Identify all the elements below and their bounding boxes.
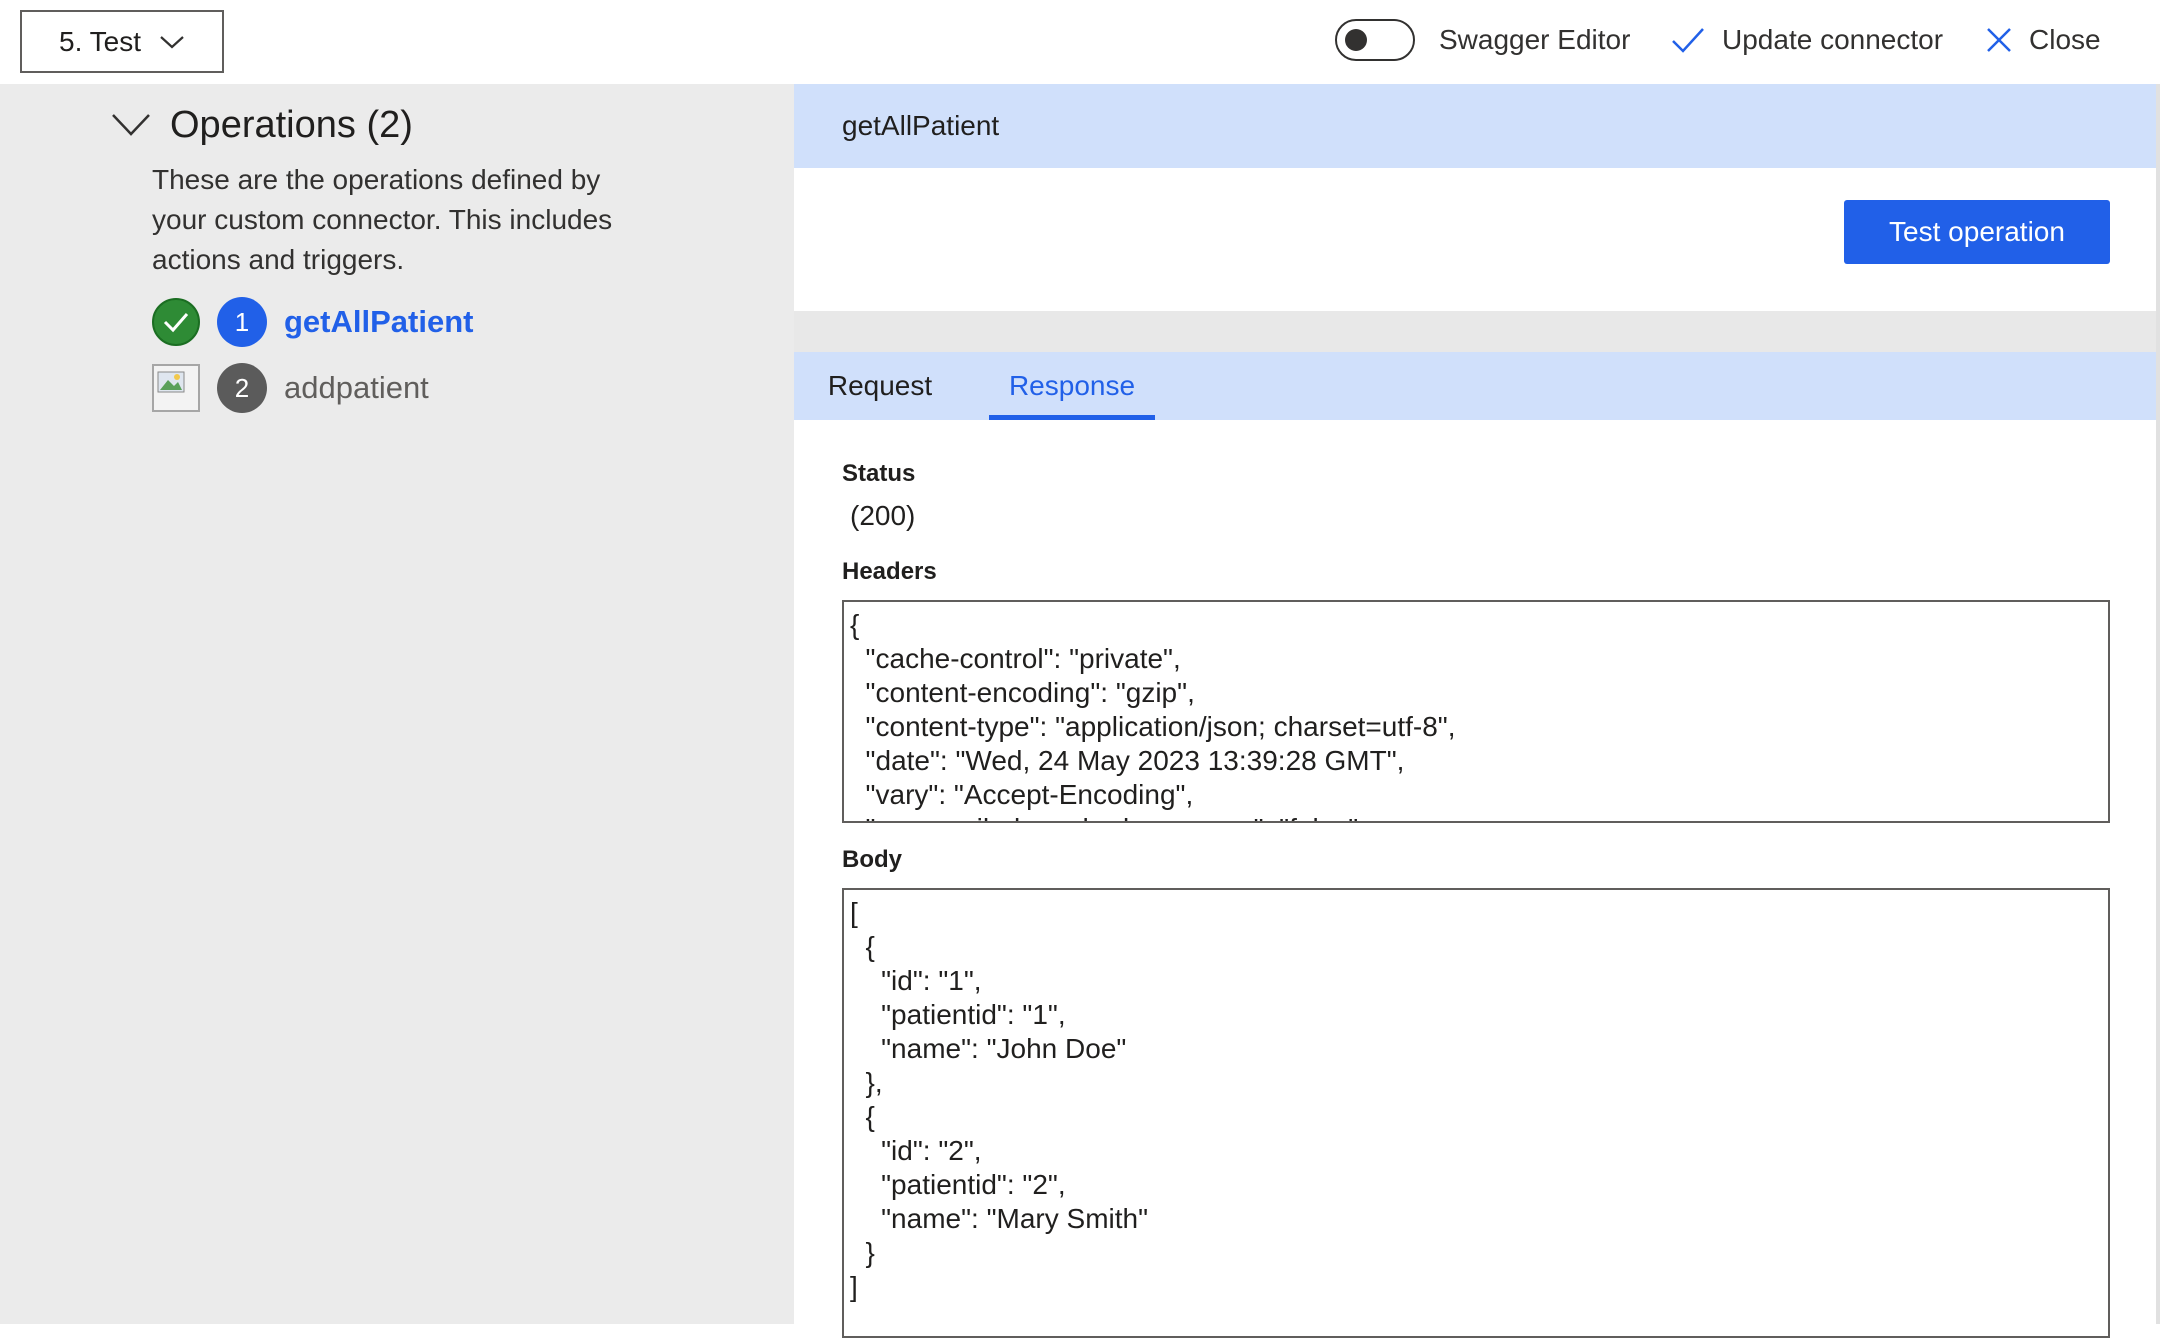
- operation-number-badge: 1: [217, 297, 267, 347]
- update-connector-label: Update connector: [1722, 24, 1944, 55]
- chevron-down-icon: [112, 114, 150, 136]
- operations-description: These are the operations defined by your…: [152, 164, 613, 275]
- operation-number-badge: 2: [217, 363, 267, 413]
- chevron-down-icon: [160, 35, 184, 48]
- checkmark-icon: [1672, 28, 1704, 53]
- status-value: (200): [850, 500, 916, 531]
- body-textbox[interactable]: [ { "id": "1", "patientid": "1", "name":…: [842, 888, 2110, 1338]
- operation-name: getAllPatient: [284, 304, 474, 339]
- update-connector-button[interactable]: Update connector: [1670, 16, 1943, 64]
- check-circle-icon: [152, 298, 200, 346]
- close-icon: [1987, 28, 2011, 52]
- pane-scroll-edge: [2156, 84, 2160, 1324]
- section-divider: [794, 311, 2160, 352]
- operation-name: addpatient: [284, 370, 429, 405]
- swagger-editor-label: Swagger Editor: [1439, 24, 1631, 55]
- operations-section-toggle[interactable]: Operations (2): [110, 100, 413, 150]
- step-dropdown[interactable]: 5. Test: [20, 10, 224, 73]
- request-response-tabs: Request Response: [794, 352, 2160, 420]
- swagger-editor-toggle[interactable]: [1335, 19, 1415, 61]
- tab-request[interactable]: Request: [818, 352, 942, 420]
- broken-image-icon: [152, 364, 200, 412]
- close-label: Close: [2029, 24, 2101, 55]
- headers-label: Headers: [842, 558, 937, 585]
- operation-header-band: getAllPatient: [794, 84, 2160, 168]
- status-label: Status: [842, 460, 916, 487]
- swagger-editor-toggle-group: Swagger Editor: [1335, 16, 1630, 64]
- operation-item-addpatient[interactable]: 2 addpatient: [152, 361, 429, 415]
- body-label: Body: [842, 846, 902, 873]
- headers-textbox[interactable]: { "cache-control": "private", "content-e…: [842, 600, 2110, 823]
- test-operation-button[interactable]: Test operation: [1844, 200, 2110, 264]
- operation-item-getallpatient[interactable]: 1 getAllPatient: [152, 295, 473, 349]
- top-command-bar: 5. Test Swagger Editor Update connector …: [0, 0, 2160, 84]
- operation-title: getAllPatient: [842, 110, 1000, 141]
- tab-response[interactable]: Response: [989, 352, 1155, 420]
- toggle-knob: [1345, 29, 1367, 51]
- step-dropdown-label: 5. Test: [59, 25, 141, 57]
- operations-title: Operations (2): [170, 103, 413, 146]
- close-button[interactable]: Close: [1985, 16, 2101, 64]
